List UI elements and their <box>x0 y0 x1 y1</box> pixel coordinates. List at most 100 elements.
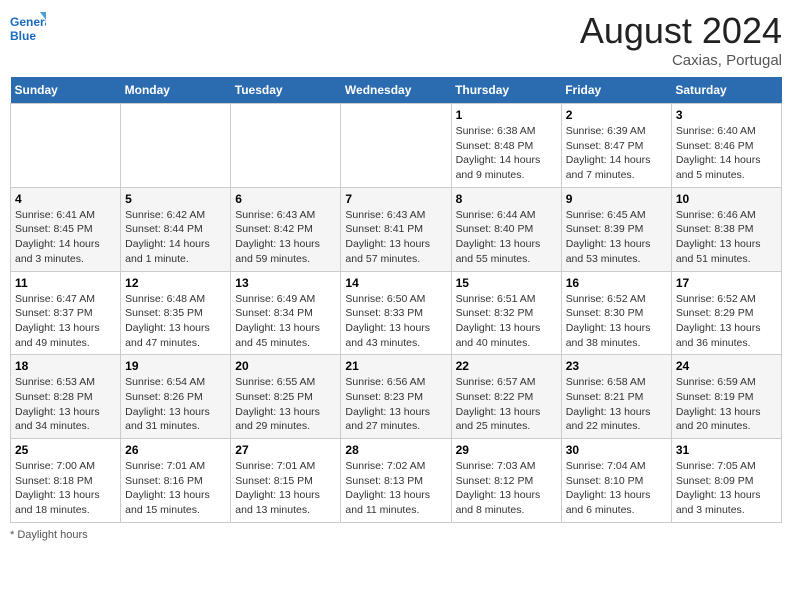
day-info: Sunrise: 6:46 AMSunset: 8:38 PMDaylight:… <box>676 208 777 267</box>
calendar-table: SundayMondayTuesdayWednesdayThursdayFrid… <box>10 77 782 523</box>
calendar-cell: 26 Sunrise: 7:01 AMSunset: 8:16 PMDayligh… <box>121 439 231 523</box>
day-info: Sunrise: 6:42 AMSunset: 8:44 PMDaylight:… <box>125 208 226 267</box>
calendar-cell: 3 Sunrise: 6:40 AMSunset: 8:46 PMDaylight… <box>671 104 781 188</box>
day-info: Sunrise: 7:04 AMSunset: 8:10 PMDaylight:… <box>566 459 667 518</box>
day-info: Sunrise: 6:52 AMSunset: 8:30 PMDaylight:… <box>566 292 667 351</box>
dow-header-cell: Sunday <box>11 77 121 104</box>
day-info: Sunrise: 6:58 AMSunset: 8:21 PMDaylight:… <box>566 375 667 434</box>
calendar-cell <box>341 104 451 188</box>
day-number: 11 <box>15 276 116 290</box>
calendar-week-row: 18Sunrise: 6:53 AMSunset: 8:28 PMDayligh… <box>11 355 782 439</box>
day-info: Sunrise: 6:38 AMSunset: 8:48 PMDaylight:… <box>456 124 557 183</box>
day-info: Sunrise: 7:05 AMSunset: 8:09 PMDaylight:… <box>676 459 777 518</box>
day-info: Sunrise: 6:44 AMSunset: 8:40 PMDaylight:… <box>456 208 557 267</box>
calendar-week-row: 1 Sunrise: 6:38 AMSunset: 8:48 PMDaylight… <box>11 104 782 188</box>
day-number: 6 <box>235 192 336 206</box>
calendar-cell: 10 Sunrise: 6:46 AMSunset: 8:38 PMDayligh… <box>671 187 781 271</box>
calendar-cell <box>11 104 121 188</box>
calendar-week-row: 4Sunrise: 6:41 AMSunset: 8:45 PMDaylight… <box>11 187 782 271</box>
day-info: Sunrise: 6:57 AMSunset: 8:22 PMDaylight:… <box>456 375 557 434</box>
day-number: 15 <box>456 276 557 290</box>
day-info: Sunrise: 6:39 AMSunset: 8:47 PMDaylight:… <box>566 124 667 183</box>
calendar-cell: 4Sunrise: 6:41 AMSunset: 8:45 PMDaylight… <box>11 187 121 271</box>
calendar-cell: 23 Sunrise: 6:58 AMSunset: 8:21 PMDayligh… <box>561 355 671 439</box>
calendar-cell: 20 Sunrise: 6:55 AMSunset: 8:25 PMDayligh… <box>231 355 341 439</box>
day-info: Sunrise: 6:50 AMSunset: 8:33 PMDaylight:… <box>345 292 446 351</box>
month-year: August 2024 <box>580 10 782 52</box>
calendar-cell: 8 Sunrise: 6:44 AMSunset: 8:40 PMDaylight… <box>451 187 561 271</box>
calendar-cell: 15Sunrise: 6:51 AMSunset: 8:32 PMDayligh… <box>451 271 561 355</box>
calendar-cell: 11 Sunrise: 6:47 AMSunset: 8:37 PMDayligh… <box>11 271 121 355</box>
day-number: 28 <box>345 443 446 457</box>
day-info: Sunrise: 6:54 AMSunset: 8:26 PMDaylight:… <box>125 375 226 434</box>
day-info: Sunrise: 7:03 AMSunset: 8:12 PMDaylight:… <box>456 459 557 518</box>
day-number: 10 <box>676 192 777 206</box>
calendar-cell: 27 Sunrise: 7:01 AMSunset: 8:15 PMDayligh… <box>231 439 341 523</box>
calendar-cell <box>121 104 231 188</box>
footer-text: Daylight hours <box>17 529 87 541</box>
day-number: 1 <box>456 108 557 122</box>
calendar-week-row: 11 Sunrise: 6:47 AMSunset: 8:37 PMDayligh… <box>11 271 782 355</box>
calendar-cell: 31 Sunrise: 7:05 AMSunset: 8:09 PMDayligh… <box>671 439 781 523</box>
day-number: 26 <box>125 443 226 457</box>
location: Caxias, Portugal <box>580 52 782 69</box>
footer-note: * Daylight hours <box>10 529 782 541</box>
day-number: 13 <box>235 276 336 290</box>
day-info: Sunrise: 6:47 AMSunset: 8:37 PMDaylight:… <box>15 292 116 351</box>
logo: General Blue <box>10 10 46 46</box>
day-number: 25 <box>15 443 116 457</box>
day-number: 24 <box>676 359 777 373</box>
day-number: 17 <box>676 276 777 290</box>
svg-text:Blue: Blue <box>10 29 36 43</box>
day-info: Sunrise: 6:45 AMSunset: 8:39 PMDaylight:… <box>566 208 667 267</box>
calendar-body: 1 Sunrise: 6:38 AMSunset: 8:48 PMDaylight… <box>11 104 782 523</box>
calendar-cell: 28 Sunrise: 7:02 AMSunset: 8:13 PMDayligh… <box>341 439 451 523</box>
day-number: 21 <box>345 359 446 373</box>
day-number: 8 <box>456 192 557 206</box>
svg-text:General: General <box>10 15 46 29</box>
day-number: 3 <box>676 108 777 122</box>
dow-header-cell: Saturday <box>671 77 781 104</box>
day-info: Sunrise: 6:43 AMSunset: 8:41 PMDaylight:… <box>345 208 446 267</box>
day-number: 19 <box>125 359 226 373</box>
calendar-cell: 21Sunrise: 6:56 AMSunset: 8:23 PMDayligh… <box>341 355 451 439</box>
calendar-cell: 16Sunrise: 6:52 AMSunset: 8:30 PMDayligh… <box>561 271 671 355</box>
dow-header-cell: Tuesday <box>231 77 341 104</box>
day-number: 22 <box>456 359 557 373</box>
calendar-cell: 1 Sunrise: 6:38 AMSunset: 8:48 PMDaylight… <box>451 104 561 188</box>
day-info: Sunrise: 6:48 AMSunset: 8:35 PMDaylight:… <box>125 292 226 351</box>
calendar-cell: 25 Sunrise: 7:00 AMSunset: 8:18 PMDayligh… <box>11 439 121 523</box>
day-number: 9 <box>566 192 667 206</box>
dow-header-cell: Friday <box>561 77 671 104</box>
calendar-cell: 5Sunrise: 6:42 AMSunset: 8:44 PMDaylight… <box>121 187 231 271</box>
day-number: 29 <box>456 443 557 457</box>
day-info: Sunrise: 7:00 AMSunset: 8:18 PMDaylight:… <box>15 459 116 518</box>
calendar-cell: 12Sunrise: 6:48 AMSunset: 8:35 PMDayligh… <box>121 271 231 355</box>
calendar-cell: 13Sunrise: 6:49 AMSunset: 8:34 PMDayligh… <box>231 271 341 355</box>
day-number: 23 <box>566 359 667 373</box>
calendar-week-row: 25 Sunrise: 7:00 AMSunset: 8:18 PMDayligh… <box>11 439 782 523</box>
calendar-cell: 18Sunrise: 6:53 AMSunset: 8:28 PMDayligh… <box>11 355 121 439</box>
day-number: 31 <box>676 443 777 457</box>
day-info: Sunrise: 6:40 AMSunset: 8:46 PMDaylight:… <box>676 124 777 183</box>
day-info: Sunrise: 7:01 AMSunset: 8:16 PMDaylight:… <box>125 459 226 518</box>
logo-icon: General Blue <box>10 10 46 46</box>
day-number: 27 <box>235 443 336 457</box>
dow-header-cell: Thursday <box>451 77 561 104</box>
day-number: 14 <box>345 276 446 290</box>
day-info: Sunrise: 7:01 AMSunset: 8:15 PMDaylight:… <box>235 459 336 518</box>
calendar-cell: 30Sunrise: 7:04 AMSunset: 8:10 PMDayligh… <box>561 439 671 523</box>
day-info: Sunrise: 7:02 AMSunset: 8:13 PMDaylight:… <box>345 459 446 518</box>
day-info: Sunrise: 6:52 AMSunset: 8:29 PMDaylight:… <box>676 292 777 351</box>
day-info: Sunrise: 6:41 AMSunset: 8:45 PMDaylight:… <box>15 208 116 267</box>
day-number: 2 <box>566 108 667 122</box>
calendar-cell: 14 Sunrise: 6:50 AMSunset: 8:33 PMDayligh… <box>341 271 451 355</box>
days-of-week-row: SundayMondayTuesdayWednesdayThursdayFrid… <box>11 77 782 104</box>
calendar-cell: 9 Sunrise: 6:45 AMSunset: 8:39 PMDaylight… <box>561 187 671 271</box>
calendar-cell: 24Sunrise: 6:59 AMSunset: 8:19 PMDayligh… <box>671 355 781 439</box>
day-info: Sunrise: 6:55 AMSunset: 8:25 PMDaylight:… <box>235 375 336 434</box>
page-header: General Blue August 2024 Caxias, Portuga… <box>10 10 782 69</box>
day-number: 20 <box>235 359 336 373</box>
dow-header-cell: Monday <box>121 77 231 104</box>
calendar-cell <box>231 104 341 188</box>
